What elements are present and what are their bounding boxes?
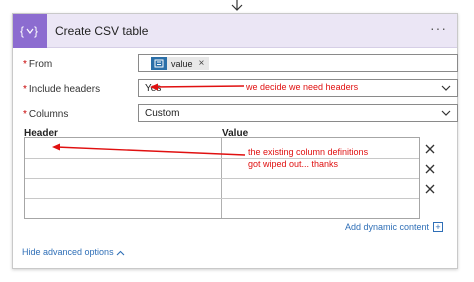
annotation-columns-line1: the existing column definitions	[248, 147, 369, 157]
curly-braces-icon: { }	[13, 14, 47, 48]
delete-row-icon[interactable]	[424, 143, 436, 155]
flow-down-arrow-icon	[231, 0, 243, 11]
chevron-up-icon	[116, 250, 125, 256]
required-mark: *	[23, 59, 27, 70]
columns-label: * Columns	[23, 109, 68, 120]
columns-value: Custom	[145, 108, 180, 119]
hide-advanced-options-link[interactable]: Hide advanced options	[22, 247, 125, 257]
delete-row-icon[interactable]	[424, 163, 436, 175]
header-cell-input[interactable]	[25, 138, 221, 157]
office-app-icon	[151, 57, 167, 70]
more-options-button[interactable]: ···	[430, 20, 447, 36]
add-dynamic-content-icon[interactable]: +	[433, 222, 443, 232]
header-cell-input[interactable]	[25, 178, 221, 197]
chevron-down-icon	[441, 85, 451, 91]
header-cell-input[interactable]	[25, 198, 221, 217]
card-header[interactable]: { } Create CSV table ···	[13, 14, 457, 48]
from-input[interactable]: value ×	[138, 54, 458, 72]
delete-row-icon[interactable]	[424, 183, 436, 195]
value-cell-input[interactable]	[222, 198, 419, 217]
token-label: value	[171, 58, 193, 69]
include-headers-label-text: Include headers	[28, 84, 101, 95]
remove-token-icon[interactable]: ×	[199, 58, 205, 69]
required-mark: *	[23, 109, 27, 120]
header-cell-input[interactable]	[25, 158, 221, 177]
add-dynamic-content-link[interactable]: Add dynamic content	[345, 222, 429, 232]
hide-advanced-options-label: Hide advanced options	[22, 247, 114, 257]
card-title[interactable]: Create CSV table	[55, 24, 148, 38]
columns-select[interactable]: Custom	[138, 104, 458, 122]
include-headers-value: Yes	[145, 83, 162, 94]
columns-label-text: Columns	[28, 109, 69, 120]
chevron-down-icon	[441, 110, 451, 116]
svg-text:}: }	[34, 24, 38, 38]
include-headers-label: * Include headers	[23, 84, 100, 95]
from-label-text: From	[28, 59, 53, 70]
annotation-columns-line2: got wiped out... thanks	[248, 159, 339, 169]
required-mark: *	[23, 84, 27, 95]
annotation-headers: we decide we need headers	[246, 82, 359, 92]
value-token[interactable]: value ×	[151, 57, 209, 70]
value-cell-input[interactable]	[222, 178, 419, 197]
from-label: * From	[23, 59, 52, 70]
svg-text:{: {	[20, 24, 24, 38]
